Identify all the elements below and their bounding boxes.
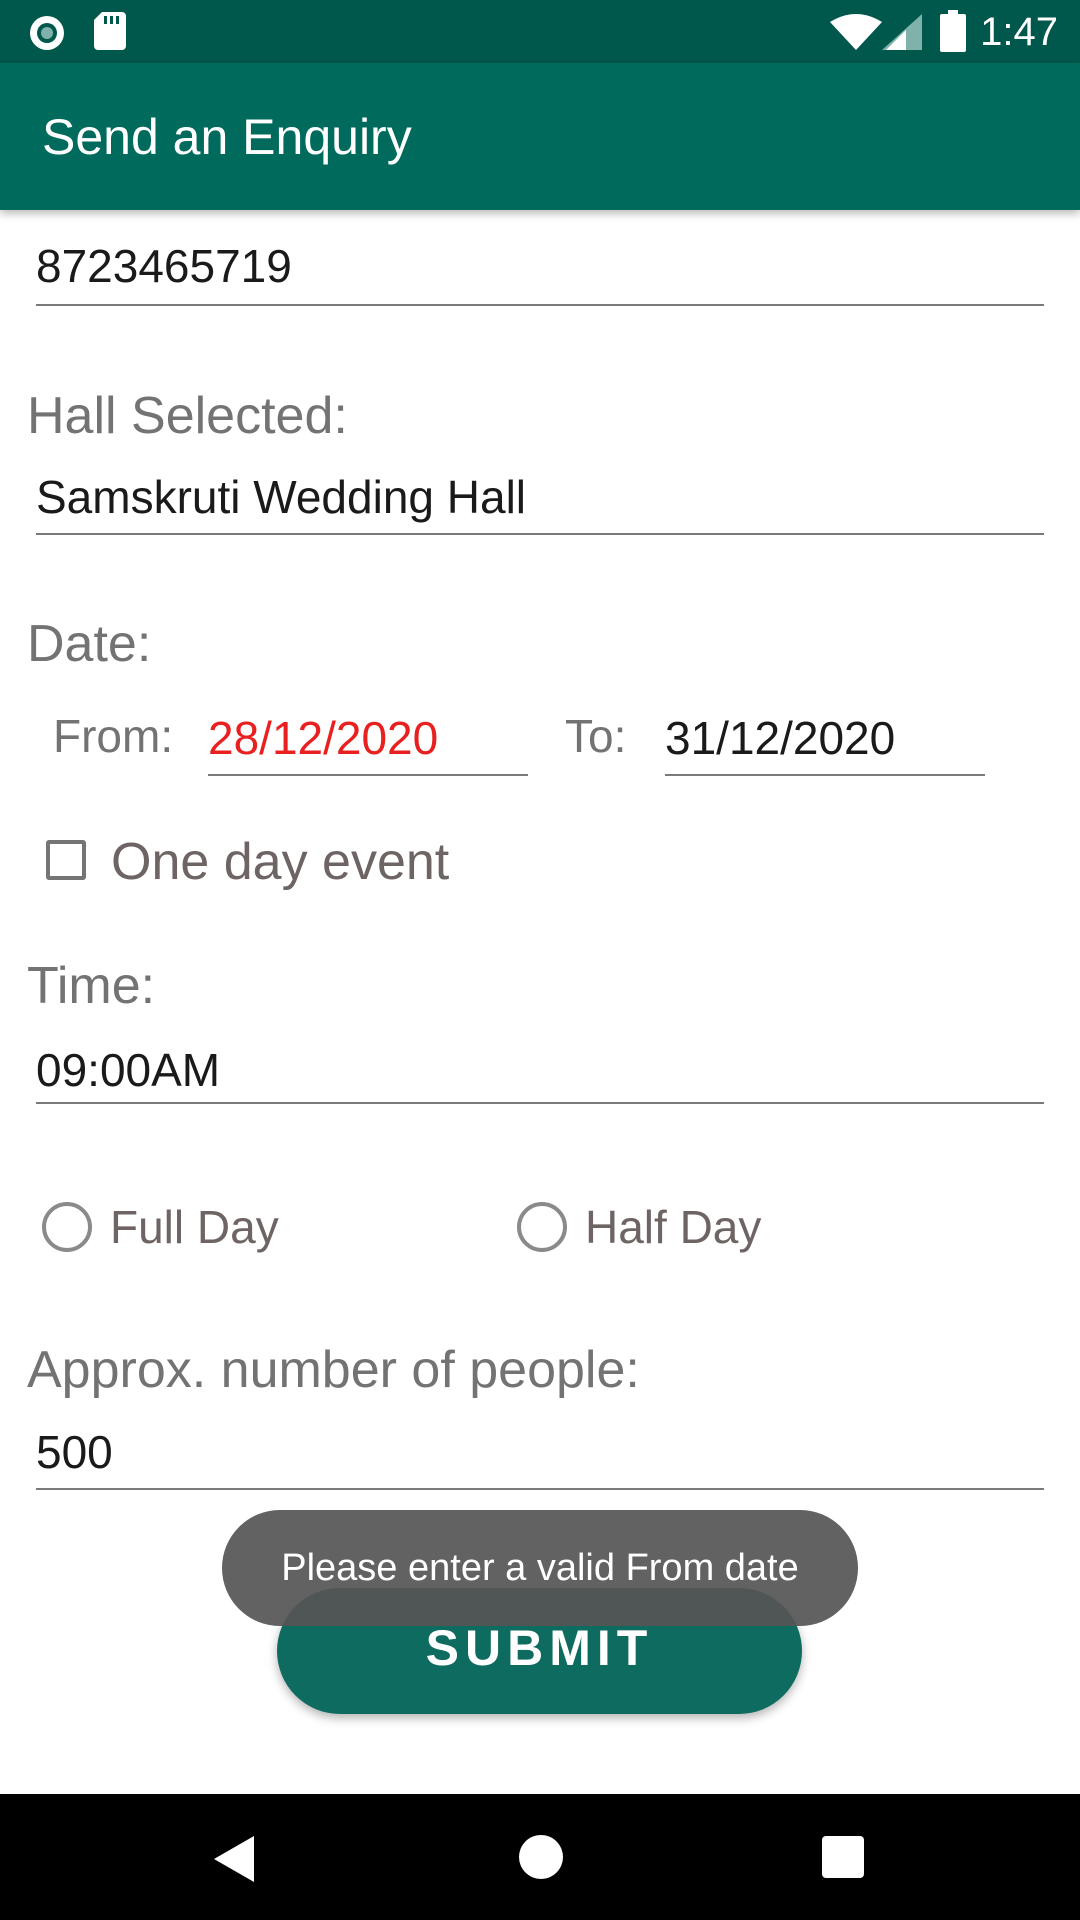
to-date-field[interactable]: 31/12/2020 <box>665 702 985 776</box>
hall-label: Hall Selected: <box>27 387 348 445</box>
time-field[interactable]: 09:00AM <box>36 1030 1044 1104</box>
cell-signal-icon <box>882 14 922 50</box>
radio-circle-icon[interactable] <box>517 1202 567 1252</box>
people-value: 500 <box>36 1426 113 1478</box>
full-day-radio[interactable]: Full Day <box>42 1197 342 1257</box>
to-date-value: 31/12/2020 <box>665 712 896 764</box>
full-day-label: Full Day <box>110 1201 279 1253</box>
half-day-label: Half Day <box>585 1201 762 1253</box>
page-title: Send an Enquiry <box>42 109 412 165</box>
phone-value: 8723465719 <box>36 240 292 292</box>
time-value: 09:00AM <box>36 1044 221 1096</box>
to-label: To: <box>565 710 627 762</box>
phone-field[interactable]: 8723465719 <box>36 232 1044 306</box>
enquiry-screen: 1:47 Send an Enquiry 8723465719 Hall Sel… <box>0 0 1080 1920</box>
radio-circle-icon[interactable] <box>42 1202 92 1252</box>
radio-dot-icon <box>30 16 64 50</box>
home-icon[interactable] <box>518 1834 564 1880</box>
status-bar: 1:47 <box>0 0 1080 63</box>
toast-message: Please enter a valid From date <box>281 1547 799 1589</box>
toast: Please enter a valid From date <box>222 1510 858 1626</box>
half-day-radio[interactable]: Half Day <box>517 1197 817 1257</box>
checkbox-icon[interactable] <box>46 840 86 880</box>
from-label: From: <box>53 710 174 762</box>
date-label: Date: <box>27 615 152 673</box>
people-label: Approx. number of people: <box>27 1341 640 1399</box>
from-date-field[interactable]: 28/12/2020 <box>208 702 528 776</box>
app-bar: Send an Enquiry <box>0 63 1080 210</box>
battery-icon <box>940 10 966 52</box>
hall-value: Samskruti Wedding Hall <box>36 471 527 523</box>
sd-card-icon <box>94 12 126 50</box>
hall-field[interactable]: Samskruti Wedding Hall <box>36 461 1044 535</box>
status-time: 1:47 <box>980 10 1058 54</box>
one-day-event-checkbox[interactable]: One day event <box>44 832 464 892</box>
one-day-event-label: One day event <box>111 833 450 891</box>
wifi-icon <box>830 14 882 50</box>
navigation-bar <box>0 1794 1080 1920</box>
recents-icon[interactable] <box>822 1836 864 1878</box>
people-field[interactable]: 500 <box>36 1416 1044 1490</box>
submit-label: SUBMIT <box>425 1620 654 1676</box>
back-icon[interactable] <box>214 1836 258 1882</box>
time-label: Time: <box>27 957 156 1015</box>
from-date-value: 28/12/2020 <box>208 712 439 764</box>
